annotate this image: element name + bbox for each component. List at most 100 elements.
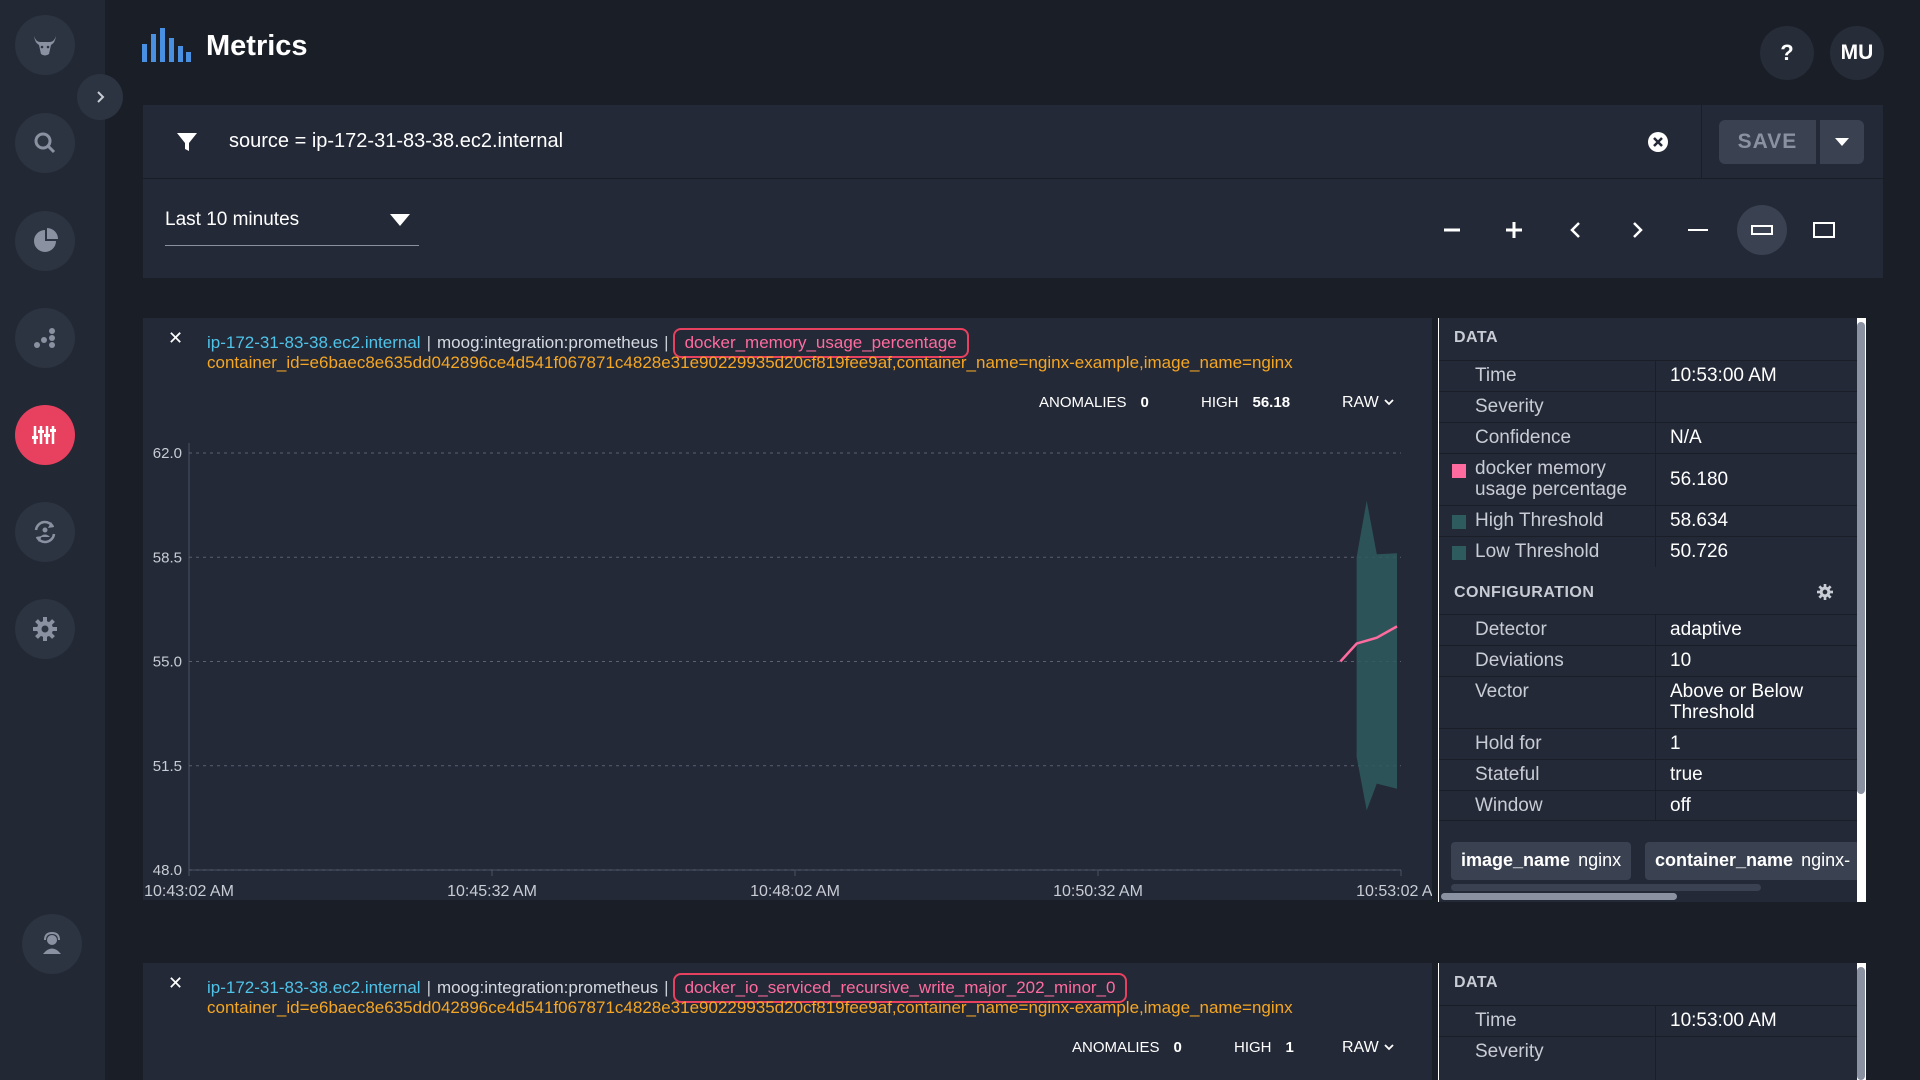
- line-view-icon: [1688, 229, 1708, 231]
- row-value: 58.634: [1670, 510, 1729, 531]
- series-color-swatch: [1452, 464, 1466, 478]
- zoom-in-button[interactable]: [1489, 205, 1539, 255]
- save-button[interactable]: SAVE: [1719, 120, 1816, 164]
- time-range-value: Last 10 minutes: [165, 209, 300, 230]
- y-tick-label: 55.0: [153, 654, 182, 671]
- save-options-button[interactable]: [1820, 120, 1864, 164]
- divider: [1655, 361, 1656, 391]
- metric-card: ✕ ip-172-31-83-38.ec2.internal | moog:inte…: [143, 963, 1432, 1080]
- divider: [1655, 677, 1656, 728]
- filter-icon: [177, 133, 197, 151]
- divider: [1655, 615, 1656, 645]
- divider: [1655, 537, 1656, 567]
- row-value: 10:53:00 AM: [1670, 1010, 1777, 1031]
- next-range-button[interactable]: [1612, 205, 1662, 255]
- raw-mode-select[interactable]: RAW: [1342, 1039, 1395, 1057]
- row-value: true: [1670, 764, 1703, 785]
- divider: [1655, 791, 1656, 820]
- divider: [1655, 1006, 1656, 1036]
- metric-chart[interactable]: 62.0 58.5 55.0 51.5 48.0 10:43:02 AM 10:45:32 …: [143, 318, 1432, 900]
- divider: [1655, 454, 1656, 505]
- source-link[interactable]: ip-172-31-83-38.ec2.internal: [207, 978, 421, 997]
- integration-label: moog:integration:prometheus: [437, 978, 659, 997]
- search-icon[interactable]: [15, 113, 75, 173]
- data-row-low-threshold: Low Threshold 50.726: [1439, 536, 1857, 567]
- row-value: 1: [1670, 733, 1681, 754]
- chevron-right-icon: [97, 91, 105, 103]
- config-row-detector: Detector adaptive: [1439, 614, 1857, 645]
- bull-logo-icon[interactable]: [15, 15, 75, 75]
- large-view-button[interactable]: [1799, 205, 1849, 255]
- scatter-icon[interactable]: [15, 308, 75, 368]
- user-avatar[interactable]: MU: [1830, 26, 1884, 80]
- metrics-sliders-icon[interactable]: [15, 405, 75, 465]
- tag-key: image_name: [1461, 850, 1571, 870]
- page-title: Metrics: [206, 30, 308, 62]
- close-card-button[interactable]: ✕: [168, 973, 183, 994]
- medium-view-button[interactable]: [1737, 205, 1787, 255]
- divider: [1701, 105, 1702, 179]
- compact-view-button[interactable]: [1673, 205, 1723, 255]
- tag-container-name[interactable]: container_name nginx-: [1645, 842, 1857, 880]
- chevron-right-icon: [1633, 222, 1643, 238]
- row-value: adaptive: [1670, 619, 1742, 640]
- divider: [1655, 392, 1656, 422]
- gear-icon[interactable]: [1815, 582, 1835, 602]
- vertical-scrollbar[interactable]: [1857, 967, 1865, 1080]
- sync-icon[interactable]: [15, 502, 75, 562]
- user-icon[interactable]: [22, 914, 82, 974]
- row-label: Severity: [1475, 1041, 1544, 1062]
- separator: |: [664, 978, 669, 997]
- row-label: Severity: [1475, 396, 1544, 417]
- pie-chart-icon[interactable]: [15, 211, 75, 271]
- separator: |: [426, 978, 432, 997]
- config-row-deviations: Deviations 10: [1439, 645, 1857, 676]
- x-tick-label: 10:53:02 AM: [1356, 883, 1432, 900]
- tag-value: nginx-: [1801, 850, 1851, 870]
- sidebar: [0, 0, 123, 1080]
- row-label: Time: [1475, 365, 1517, 386]
- clear-filter-icon[interactable]: [1646, 130, 1670, 154]
- help-button[interactable]: ?: [1760, 26, 1814, 80]
- data-row-series: docker memory usage percentage 56.180: [1439, 453, 1857, 505]
- metric-card: ✕ ip-172-31-83-38.ec2.internal | moog:inte…: [143, 318, 1432, 900]
- tag-value: nginx: [1578, 850, 1622, 870]
- anomalies-value: 0: [1173, 1039, 1182, 1056]
- plus-icon: [1506, 222, 1522, 238]
- x-tick-label: 10:45:32 AM: [447, 883, 537, 900]
- threshold-band: [1356, 500, 1397, 811]
- divider: [1655, 729, 1656, 759]
- row-label: Hold for: [1475, 733, 1542, 754]
- row-value: 50.726: [1670, 541, 1729, 562]
- row-label: Confidence: [1475, 427, 1572, 448]
- config-row-stateful: Stateful true: [1439, 759, 1857, 790]
- tag-image-name[interactable]: image_name nginx: [1451, 842, 1632, 880]
- row-value: 56.180: [1670, 469, 1729, 490]
- row-value: 10: [1670, 650, 1692, 671]
- vertical-scrollbar[interactable]: [1857, 322, 1865, 794]
- low-threshold-swatch: [1452, 546, 1466, 560]
- row-label: High Threshold: [1475, 510, 1604, 531]
- tags-scrollbar[interactable]: [1451, 884, 1761, 891]
- filter-query-input[interactable]: source = ip-172-31-83-38.ec2.internal: [229, 130, 563, 153]
- expand-sidebar-button[interactable]: [77, 74, 123, 120]
- data-panel-content: DATA Time 10:53:00 AM Severity Confidence…: [1439, 318, 1857, 902]
- divider: [1655, 423, 1656, 453]
- zoom-out-button[interactable]: [1427, 205, 1477, 255]
- configuration-section-title: CONFIGURATION: [1454, 584, 1595, 601]
- anomalies-stat: ANOMALIES 0: [1072, 1039, 1182, 1056]
- row-label: Vector: [1475, 681, 1529, 702]
- previous-range-button[interactable]: [1551, 205, 1601, 255]
- x-tick-label: 10:43:02 AM: [144, 883, 234, 900]
- gear-icon[interactable]: [15, 599, 75, 659]
- caret-down-icon: [1835, 138, 1849, 146]
- config-row-window: Window off: [1439, 790, 1857, 821]
- y-tick-label: 51.5: [153, 758, 182, 775]
- horizontal-scrollbar[interactable]: [1441, 893, 1677, 900]
- data-row-severity: Severity: [1439, 1036, 1857, 1080]
- y-tick-label: 62.0: [153, 445, 182, 462]
- caret-down-icon: [390, 214, 410, 226]
- time-range-select[interactable]: Last 10 minutes: [165, 201, 419, 246]
- y-tick-label: 58.5: [153, 549, 182, 566]
- data-panel: DATA Time 10:53:00 AM Severity Confidence…: [1438, 318, 1866, 902]
